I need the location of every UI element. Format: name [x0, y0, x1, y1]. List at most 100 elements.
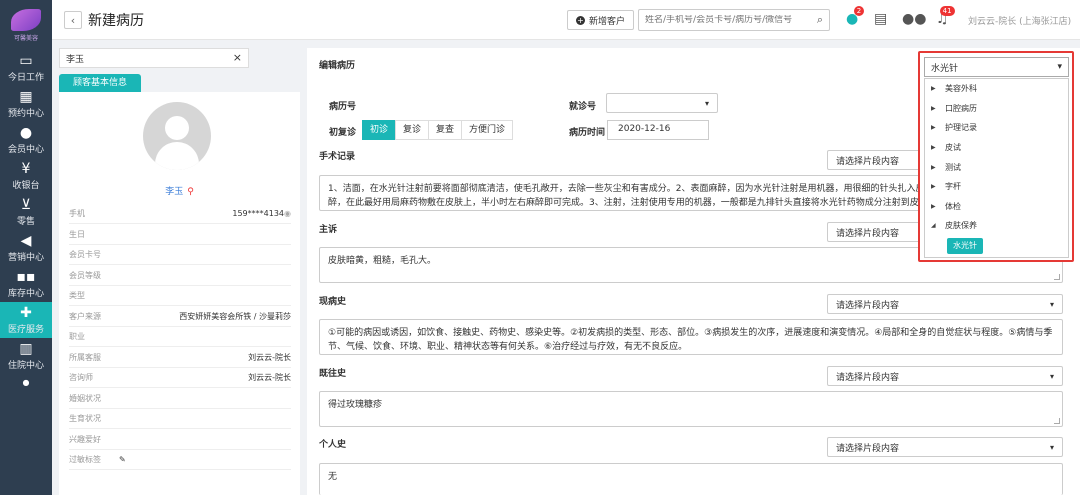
nav-item-inpatient[interactable]: ▥ 住院中心: [0, 338, 52, 374]
snippet-select-present-illness[interactable]: 请选择片段内容 ▾: [827, 294, 1063, 314]
chevron-down-icon: ▾: [1049, 299, 1054, 309]
record-no-label: 病历号: [329, 102, 357, 112]
info-label: 客户来源: [69, 311, 101, 321]
nav-item-inventory[interactable]: ▪▪ 库存中心: [0, 266, 52, 302]
caret-right-icon: ▶: [931, 183, 936, 191]
nav-item-appointments[interactable]: ▦ 预约中心: [0, 86, 52, 122]
tree-item[interactable]: ▶ 美容外科: [925, 79, 1068, 99]
field-label-complaint: 主诉: [319, 225, 338, 235]
info-row: 类型: [69, 286, 291, 306]
tree-label: 美容外科: [945, 84, 977, 94]
search-icon[interactable]: ⌕: [817, 13, 823, 27]
customer-name[interactable]: 李玉: [165, 187, 183, 197]
location-pin-icon[interactable]: ⚲: [187, 187, 194, 197]
printer-icon[interactable]: ▤: [874, 11, 887, 27]
tab-basic-info[interactable]: 顾客基本信息: [59, 74, 141, 92]
tree-item[interactable]: ▶ 体检: [925, 197, 1068, 217]
snippet-placeholder: 请选择片段内容: [836, 443, 900, 454]
nav-label: 医疗服务: [7, 324, 44, 335]
calendar-icon: ▦: [19, 88, 33, 105]
info-row: 职业: [69, 327, 291, 347]
section-title: 编辑病历: [319, 61, 356, 71]
tree-item[interactable]: ▶ 皮试: [925, 138, 1068, 158]
search-input[interactable]: [645, 15, 817, 25]
chevron-down-icon: ▾: [1049, 442, 1054, 452]
info-row: 客户来源 西安妍妍美容会所铁 / 沙曼莉莎: [69, 307, 291, 327]
resize-handle[interactable]: [1054, 274, 1060, 280]
notify-badge: 41: [939, 6, 955, 16]
edit-icon[interactable]: ✎: [119, 455, 126, 464]
template-select[interactable]: 水光针 ▾: [924, 57, 1069, 77]
visit-type-first[interactable]: 初诊: [362, 120, 397, 140]
textarea-past-history[interactable]: 得过玫瑰糠疹: [319, 391, 1063, 427]
record-time-label: 病历时间: [569, 128, 606, 138]
nav-more-dot[interactable]: ●: [0, 374, 52, 394]
page-title: 新建病历: [88, 13, 144, 29]
info-label: 生日: [69, 229, 85, 239]
info-label: 会员等级: [69, 270, 101, 280]
clear-icon[interactable]: ×: [233, 51, 242, 64]
tree-item[interactable]: ▶ 护理记录: [925, 118, 1068, 138]
nav-item-retail[interactable]: ⊻ 零售: [0, 194, 52, 230]
nav-item-members[interactable]: ● 会员中心: [0, 122, 52, 158]
chat-icon[interactable]: ● 2: [846, 6, 865, 27]
customer-search-field[interactable]: 李玉 ×: [59, 48, 249, 68]
grid-icon: ▪▪: [16, 268, 36, 285]
logo-mark-icon: [11, 8, 41, 31]
yen-icon: ¥: [21, 160, 31, 177]
template-dropdown-highlight: 水光针 ▾ ▶ 美容外科 ▶ 口腔病历 ▶ 护理记录 ▶ 皮试 ▶ 测试 ▶ 字杆 ▶ 体检 …: [918, 51, 1074, 262]
nav-item-cashier[interactable]: ¥ 收银台: [0, 158, 52, 194]
field-label-surgery: 手术记录: [319, 152, 356, 162]
user-info[interactable]: 刘云云-院长 (上海张江店): [968, 14, 1071, 27]
team-icon[interactable]: ●●: [902, 11, 926, 27]
customer-search-value: 李玉: [66, 55, 85, 65]
tree-item-expanded[interactable]: ◢ 皮肤保养: [925, 216, 1068, 236]
tree-label: 字杆: [945, 182, 961, 192]
tree-item[interactable]: ▶ 字杆: [925, 177, 1068, 197]
avatar: [143, 102, 211, 170]
snippet-select-past-history[interactable]: 请选择片段内容 ▾: [827, 366, 1063, 386]
chevron-down-icon: ▾: [704, 98, 709, 108]
bell-icon[interactable]: ♫ 41: [936, 6, 955, 27]
field-label-personal-history: 个人史: [319, 440, 347, 450]
nav-label: 零售: [16, 216, 35, 227]
eye-icon[interactable]: ◉: [284, 209, 291, 218]
template-selected: 水光针: [931, 63, 959, 74]
nav-item-today[interactable]: ▭ 今日工作: [0, 50, 52, 86]
info-row: 生育状况: [69, 409, 291, 429]
visit-type-recheck[interactable]: 复查: [428, 120, 463, 140]
add-customer-button[interactable]: + 新增客户: [567, 10, 635, 30]
monitor-icon: ▭: [19, 52, 33, 69]
past-history-text: 得过玫瑰糠疹: [328, 400, 383, 410]
caret-right-icon: ▶: [931, 144, 936, 152]
resize-handle[interactable]: [1054, 418, 1060, 424]
tree-item[interactable]: ▶ 测试: [925, 157, 1068, 177]
info-label: 所属客服: [69, 352, 101, 362]
tree-child-selected[interactable]: 水光针: [947, 238, 983, 254]
visit-type-convenience[interactable]: 方便门诊: [461, 120, 514, 140]
info-label: 手机: [69, 209, 85, 218]
record-time-input[interactable]: 2020-12-16: [607, 120, 709, 140]
snippet-placeholder: 请选择片段内容: [836, 228, 900, 239]
info-row: 过敏标签 ✎: [69, 450, 291, 470]
visit-type-return[interactable]: 复诊: [395, 120, 430, 140]
snippet-placeholder: 请选择片段内容: [836, 372, 900, 383]
textarea-personal-history[interactable]: 无: [319, 463, 1063, 495]
visit-no-select[interactable]: ▾: [606, 93, 718, 113]
nav-item-marketing[interactable]: ◀ 营销中心: [0, 230, 52, 266]
info-value: 刘云云-院长: [248, 352, 291, 362]
field-label-past-history: 既往史: [319, 369, 347, 379]
global-search: ⌕: [638, 9, 830, 31]
info-row: 会员等级: [69, 266, 291, 286]
snippet-select-personal-history[interactable]: 请选择片段内容 ▾: [827, 437, 1063, 457]
brand-logo[interactable]: 可馨美容: [0, 0, 52, 50]
template-tree: ▶ 美容外科 ▶ 口腔病历 ▶ 护理记录 ▶ 皮试 ▶ 测试 ▶ 字杆 ▶ 体检 ◢ 皮肤保养 …: [924, 78, 1069, 258]
caret-right-icon: ▶: [931, 85, 936, 93]
tree-item[interactable]: ▶ 口腔病历: [925, 99, 1068, 119]
nav-item-medical[interactable]: ✚ 医疗服务: [0, 302, 52, 338]
back-button[interactable]: ‹: [64, 11, 82, 29]
info-row: 咨询师 刘云云-院长: [69, 368, 291, 388]
info-label: 职业: [69, 332, 85, 341]
cart-icon: ⊻: [20, 196, 32, 213]
textarea-present-illness[interactable]: ①可能的病因或诱因，如饮食、接触史、药物史、感染史等。②初发病损的类型、形态、部…: [319, 319, 1063, 355]
